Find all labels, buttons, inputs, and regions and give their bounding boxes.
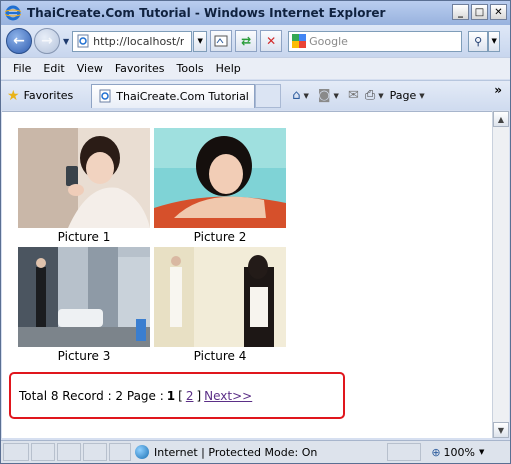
menu-tools[interactable]: Tools (171, 62, 210, 75)
home-dropdown-icon[interactable]: ▼ (304, 92, 309, 100)
search-button[interactable]: ⚲ (468, 30, 489, 52)
photo-caption: Picture 4 (193, 349, 247, 363)
chevron-more-icon[interactable]: » (494, 83, 502, 97)
status-segment (31, 443, 55, 461)
tab-label: ThaiCreate.Com Tutorial (116, 89, 249, 103)
menu-edit[interactable]: Edit (37, 62, 70, 75)
address-toolbar: ← → ▼ http://localhost/r ▼ ⇄ ✕ Google ⚲ (1, 25, 510, 57)
photo-caption: Picture 2 (193, 230, 247, 244)
maximize-button[interactable]: □ (471, 4, 488, 20)
menu-help[interactable]: Help (210, 62, 247, 75)
page-content: Picture 1 Picture 2 Picture 3 Picture 4 … (2, 111, 492, 438)
refresh-button[interactable]: ⇄ (235, 30, 258, 52)
status-segment (57, 443, 81, 461)
gallery-item: Picture 2 (154, 128, 286, 244)
favorites-button[interactable]: ★ Favorites (7, 88, 73, 104)
print-icon[interactable]: ⎙ (365, 88, 375, 103)
star-icon: ★ (7, 87, 20, 104)
forward-button[interactable]: → (34, 28, 60, 54)
back-button[interactable]: ← (6, 28, 32, 54)
current-page-number: 1 (166, 388, 176, 403)
pagination-bracket-open: [ (178, 388, 183, 403)
stop-button[interactable]: ✕ (260, 30, 283, 52)
feeds-icon[interactable]: ◙ (318, 88, 331, 103)
forward-arrow-icon: → (41, 33, 53, 49)
stop-icon: ✕ (266, 34, 277, 48)
menu-favorites[interactable]: Favorites (109, 62, 171, 75)
gallery-item: Picture 3 (18, 247, 150, 363)
search-options-dropdown[interactable]: ▼ (488, 30, 501, 52)
address-input[interactable]: http://localhost/r (72, 30, 193, 52)
title-bar: ThaiCreate.Com Tutorial - Windows Intern… (1, 1, 510, 25)
scroll-down-icon[interactable]: ▼ (493, 422, 509, 438)
page-menu-button[interactable]: Page (390, 89, 417, 102)
history-dropdown-icon[interactable]: ▼ (63, 37, 69, 46)
google-icon (292, 34, 307, 48)
address-url: http://localhost/r (93, 34, 185, 48)
protected-mode-segment[interactable] (387, 443, 422, 461)
home-icon[interactable]: ⌂ (292, 88, 300, 103)
ie-logo-icon (5, 5, 21, 21)
feeds-dropdown-icon[interactable]: ▼ (334, 92, 339, 100)
close-button[interactable]: ✕ (490, 4, 507, 20)
globe-icon (135, 445, 149, 459)
back-arrow-icon: ← (13, 33, 25, 49)
vertical-scrollbar[interactable]: ▲ ▼ (492, 111, 509, 438)
address-dropdown-button[interactable]: ▼ (193, 30, 208, 52)
pagination-bracket-close: ] (196, 388, 202, 403)
photo-thumbnail[interactable] (18, 247, 150, 347)
page-icon (76, 34, 90, 48)
menu-bar: File Edit View Favorites Tools Help (1, 57, 510, 79)
status-bar: Internet | Protected Mode: On ⊕ 100% ▼ (1, 440, 510, 463)
pagination-summary: Total 8 Record : 2 Page : (19, 388, 164, 403)
favorites-label: Favorites (23, 89, 74, 102)
pagination-box: Total 8 Record : 2 Page : 1 [ 2 ] Next>> (9, 372, 345, 419)
tab-current[interactable]: ThaiCreate.Com Tutorial (91, 83, 256, 108)
refresh-icon: ⇄ (241, 34, 252, 48)
compatibility-view-button[interactable] (210, 30, 233, 52)
scroll-up-icon[interactable]: ▲ (493, 111, 509, 127)
status-segment (109, 443, 131, 461)
photo-thumbnail[interactable] (154, 128, 286, 228)
search-placeholder: Google (309, 34, 348, 48)
menu-file[interactable]: File (7, 62, 37, 75)
new-tab-button[interactable] (255, 83, 282, 108)
magnifier-icon: ⚲ (474, 34, 483, 48)
photo-thumbnail[interactable] (154, 247, 286, 347)
status-segment (83, 443, 107, 461)
next-page-link[interactable]: Next>> (204, 389, 252, 403)
search-input[interactable]: Google (288, 30, 463, 52)
zone-text: Internet | Protected Mode: On (154, 445, 318, 459)
browser-window: ThaiCreate.Com Tutorial - Windows Intern… (0, 0, 511, 464)
photo-thumbnail[interactable] (18, 128, 150, 228)
favorites-bar: ★ Favorites ThaiCreate.Com Tutorial ⌂ ▼ ◙… (1, 80, 510, 110)
page-dropdown-icon[interactable]: ▼ (419, 92, 424, 100)
zoom-dropdown-icon[interactable]: ▼ (479, 448, 484, 456)
gallery-item: Picture 4 (154, 247, 286, 363)
print-dropdown-icon[interactable]: ▼ (378, 92, 383, 100)
mail-icon[interactable]: ✉ (348, 88, 359, 103)
gallery-item: Picture 1 (18, 128, 150, 244)
zoom-control[interactable]: ⊕ 100% ▼ (431, 446, 484, 459)
zoom-icon: ⊕ (431, 445, 441, 459)
photo-caption: Picture 3 (57, 349, 111, 363)
page-2-link[interactable]: 2 (186, 389, 194, 403)
compatibility-icon (214, 35, 228, 47)
window-title: ThaiCreate.Com Tutorial - Windows Intern… (27, 6, 386, 20)
security-zone[interactable]: Internet | Protected Mode: On (135, 445, 317, 459)
photo-caption: Picture 1 (57, 230, 111, 244)
zoom-level: 100% (443, 445, 475, 459)
status-segment (3, 443, 29, 461)
page-icon (98, 89, 112, 103)
minimize-button[interactable]: _ (452, 4, 469, 20)
menu-view[interactable]: View (71, 62, 109, 75)
